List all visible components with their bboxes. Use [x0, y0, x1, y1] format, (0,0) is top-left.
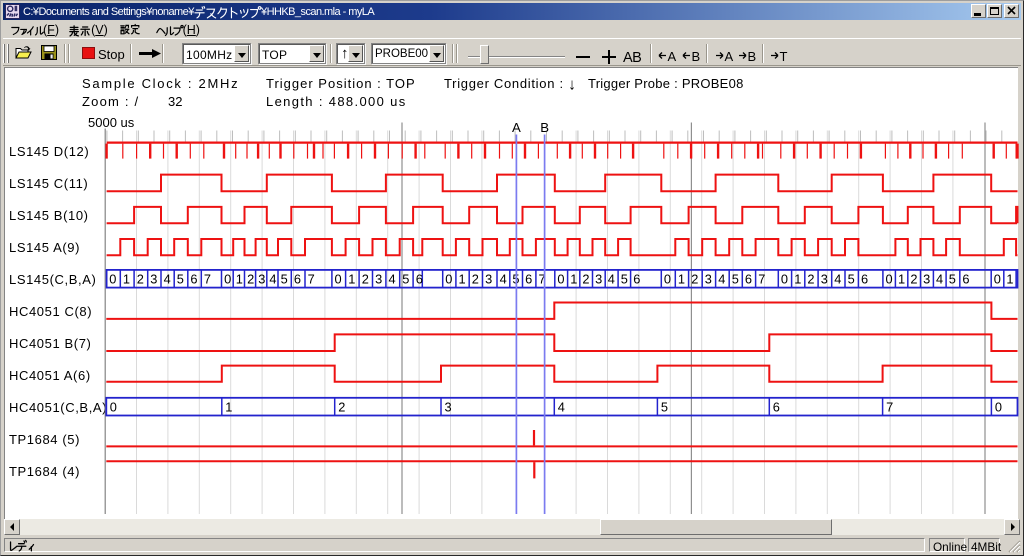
svg-text:4: 4	[389, 271, 396, 286]
svg-text:3: 3	[705, 271, 712, 286]
svg-text:2: 2	[807, 271, 814, 286]
svg-text:0: 0	[781, 271, 788, 286]
svg-text:2: 2	[362, 271, 369, 286]
svg-text:2: 2	[247, 271, 254, 286]
svg-text:2: 2	[691, 271, 698, 286]
svg-text:3: 3	[150, 271, 157, 286]
svg-text:0: 0	[445, 271, 452, 286]
svg-text:6: 6	[633, 271, 640, 286]
svg-text:7: 7	[308, 271, 315, 286]
svg-text:6: 6	[861, 271, 868, 286]
svg-text:6: 6	[525, 271, 532, 286]
svg-text:5: 5	[661, 399, 668, 414]
svg-text:3: 3	[375, 271, 382, 286]
svg-text:5: 5	[848, 271, 855, 286]
svg-text:1: 1	[678, 271, 685, 286]
svg-text:6: 6	[962, 271, 969, 286]
svg-text:B: B	[540, 120, 549, 135]
svg-text:0: 0	[557, 271, 564, 286]
svg-text:4: 4	[608, 271, 615, 286]
svg-text:4: 4	[718, 271, 725, 286]
svg-text:7: 7	[886, 399, 893, 414]
svg-text:0: 0	[110, 399, 117, 414]
svg-text:0: 0	[995, 399, 1002, 414]
svg-text:5: 5	[621, 271, 628, 286]
svg-text:2: 2	[910, 271, 917, 286]
svg-text:5: 5	[281, 271, 288, 286]
svg-text:3: 3	[821, 271, 828, 286]
svg-text:4: 4	[834, 271, 841, 286]
svg-text:6: 6	[190, 271, 197, 286]
svg-text:7: 7	[204, 271, 211, 286]
svg-text:5: 5	[402, 271, 409, 286]
svg-text:4: 4	[269, 271, 276, 286]
svg-text:4: 4	[500, 271, 507, 286]
svg-text:7: 7	[758, 271, 765, 286]
svg-text:1: 1	[570, 271, 577, 286]
svg-text:1: 1	[348, 271, 355, 286]
svg-text:6: 6	[294, 271, 301, 286]
svg-text:3: 3	[258, 271, 265, 286]
svg-text:4: 4	[558, 399, 565, 414]
svg-text:5: 5	[732, 271, 739, 286]
svg-text:1: 1	[898, 271, 905, 286]
svg-text:0: 0	[664, 271, 671, 286]
svg-text:1: 1	[1006, 271, 1013, 286]
svg-text:4: 4	[164, 271, 171, 286]
svg-text:5: 5	[949, 271, 956, 286]
svg-text:0: 0	[335, 271, 342, 286]
svg-text:1: 1	[236, 271, 243, 286]
svg-text:6: 6	[416, 271, 423, 286]
svg-text:0: 0	[886, 271, 893, 286]
svg-text:3: 3	[485, 271, 492, 286]
svg-text:6: 6	[745, 271, 752, 286]
svg-text:1: 1	[794, 271, 801, 286]
svg-text:1: 1	[225, 399, 232, 414]
svg-text:1: 1	[123, 271, 130, 286]
svg-text:2: 2	[137, 271, 144, 286]
svg-text:0: 0	[109, 271, 116, 286]
svg-text:3: 3	[595, 271, 602, 286]
svg-text:5: 5	[177, 271, 184, 286]
svg-text:6: 6	[773, 399, 780, 414]
svg-text:2: 2	[582, 271, 589, 286]
svg-text:4: 4	[936, 271, 943, 286]
svg-text:3: 3	[923, 271, 930, 286]
svg-text:1: 1	[459, 271, 466, 286]
svg-text:0: 0	[994, 271, 1001, 286]
svg-text:A: A	[512, 120, 521, 135]
svg-text:2: 2	[472, 271, 479, 286]
svg-text:0: 0	[224, 271, 231, 286]
svg-text:2: 2	[338, 399, 345, 414]
svg-text:3: 3	[445, 399, 452, 414]
